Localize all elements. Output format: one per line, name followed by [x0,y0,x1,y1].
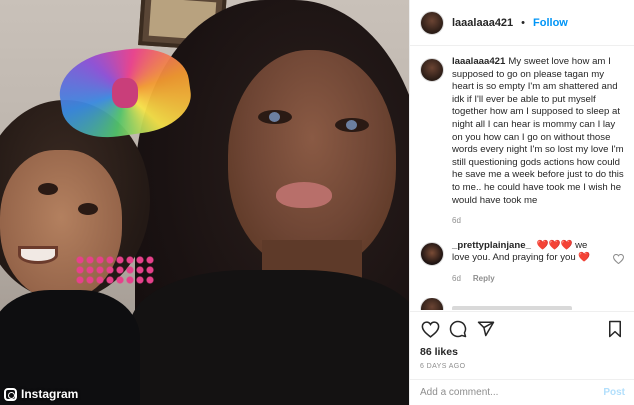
post-photo[interactable]: Instagram [0,0,409,405]
heart-icon[interactable] [420,319,440,339]
follow-separator: • [521,16,526,29]
comment-meta: 6d Reply [452,273,604,286]
partial-commenter-avatar[interactable] [420,297,444,310]
caption-item: laaalaaa421 My sweet love how am I suppos… [420,56,624,228]
woman-face [228,50,396,270]
add-comment-bar: Post [410,379,634,405]
caption-avatar[interactable] [420,58,444,82]
author-username[interactable]: laaalaaa421 [452,17,513,29]
woman-shirt [130,270,409,405]
comment-timestamp[interactable]: 6d [452,273,461,286]
caption-username[interactable]: laaalaaa421 [452,56,505,67]
post-side-panel: laaalaaa421 • Follow laaalaaa421 My sweet… [409,0,634,405]
girl-eye-left [38,183,58,195]
likes-count[interactable]: 86 likes [420,346,625,358]
post-date[interactable]: 6 DAYS AGO [420,363,625,370]
hair-beads [75,255,155,285]
woman-eye-right [335,118,369,132]
partial-comment-line [452,306,572,310]
follow-button[interactable]: Follow [533,17,568,29]
bookmark-icon[interactable] [605,319,625,339]
caption-text: My sweet love how am I supposed to go on… [452,56,624,206]
comment-icon[interactable] [448,319,468,339]
watermark-label: Instagram [21,387,79,401]
post-comment-button[interactable]: Post [603,387,625,398]
comment-like-heart-icon[interactable] [612,253,625,267]
share-icon[interactable] [476,319,496,339]
post-actions: 86 likes 6 DAYS AGO Post [410,311,634,405]
comment-heart-emojis: ❤️❤️❤️ [536,239,573,251]
girl-eye-right [78,203,98,215]
caption-meta: 6d [452,215,624,228]
girl-smile [18,246,58,264]
caption-timestamp[interactable]: 6d [452,215,461,228]
instagram-watermark: Instagram [4,384,78,404]
next-comment-partial [420,297,624,310]
comment-input[interactable] [420,387,604,398]
author-avatar[interactable] [420,10,444,35]
action-icons-row [420,318,625,340]
hair-bow-knot [112,78,138,108]
commenter-username[interactable]: _prettyplainjane_ [452,240,531,251]
woman-lips [276,182,332,208]
comments-section[interactable]: laaalaaa421 My sweet love how am I suppos… [410,46,634,311]
post-header: laaalaaa421 • Follow [410,0,634,46]
instagram-logo-icon [4,387,17,401]
comment-item: _prettyplainjane_ ❤️❤️❤️ we love you. An… [420,239,625,286]
woman-eye-left [258,110,292,124]
comment-tail-heart-emoji: ❤️ [578,252,591,264]
comment-reply-button[interactable]: Reply [473,273,495,286]
commenter-avatar[interactable] [420,241,444,266]
